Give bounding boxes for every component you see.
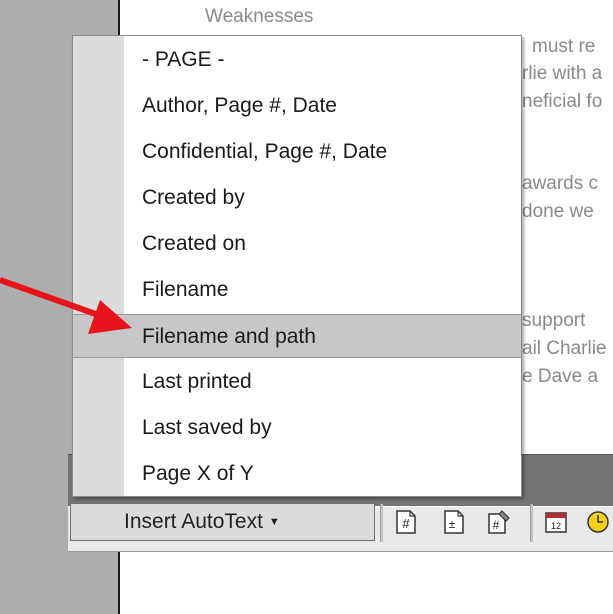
red-arrow-annotation-icon <box>0 277 132 334</box>
menu-item-confidential-page-date[interactable]: Confidential, Page #, Date <box>73 130 521 174</box>
doc-text-line: rlie with a <box>522 63 603 84</box>
svg-text:#: # <box>402 516 410 531</box>
doc-text-line: ail Charlie <box>522 338 607 359</box>
insert-number-of-pages-icon[interactable]: ± <box>441 509 467 535</box>
svg-text:12: 12 <box>551 521 561 531</box>
menu-item-filename-and-path[interactable]: Filename and path <box>73 314 521 358</box>
menu-item-created-by[interactable]: Created by <box>73 176 521 220</box>
svg-text:#: # <box>493 518 500 532</box>
insert-page-number-icon[interactable]: # <box>393 509 419 535</box>
doc-heading-weaknesses: Weaknesses <box>205 6 314 27</box>
doc-text-line: support <box>522 310 586 331</box>
toolbar-separator <box>380 504 383 542</box>
doc-text-line: done we <box>522 201 594 222</box>
menu-item-filename[interactable]: Filename <box>73 268 521 312</box>
menu-item-last-saved-by[interactable]: Last saved by <box>73 406 521 450</box>
insert-autotext-button[interactable]: Insert AutoText ▼ <box>70 503 375 541</box>
menu-item-page-x-of-y[interactable]: Page X of Y <box>73 452 521 496</box>
menu-item-last-printed[interactable]: Last printed <box>73 360 521 404</box>
chevron-down-icon: ▼ <box>268 516 280 528</box>
doc-text-line: neficial fo <box>522 91 603 112</box>
format-page-number-icon[interactable]: # <box>485 509 511 535</box>
menu-item-author-page-date[interactable]: Author, Page #, Date <box>73 84 521 128</box>
insert-time-icon[interactable] <box>585 509 611 535</box>
svg-text:±: ± <box>449 517 456 531</box>
menu-item-page[interactable]: - PAGE - <box>73 38 521 82</box>
doc-text-line: e Dave a <box>522 366 599 387</box>
toolbar-separator <box>530 504 533 542</box>
doc-text-line: awards c <box>522 173 599 194</box>
insert-date-icon[interactable]: 12 <box>543 509 569 535</box>
insert-autotext-label: Insert AutoText <box>124 510 263 533</box>
menu-item-created-on[interactable]: Created on <box>73 222 521 266</box>
doc-text-line: must re <box>532 36 596 57</box>
